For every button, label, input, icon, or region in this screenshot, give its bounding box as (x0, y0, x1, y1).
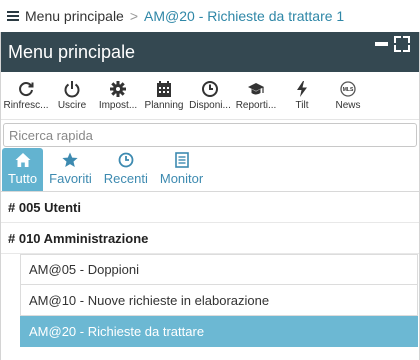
quick-search-input[interactable] (3, 123, 417, 147)
clock-icon (118, 152, 134, 168)
tab-monitor-label: Monitor (159, 171, 204, 186)
settings-label: Impost... (98, 100, 138, 111)
menu-item-am05[interactable]: AM@05 - Doppioni (20, 254, 418, 285)
star-icon (62, 152, 79, 167)
panel-header: Menu principale (1, 32, 419, 72)
tab-favoriti[interactable]: Favoriti (43, 148, 98, 191)
calendar-icon (157, 81, 171, 97)
gear-icon (110, 81, 126, 97)
tab-recenti-label: Recenti (103, 171, 148, 186)
breadcrumb-home[interactable]: Menu principale (25, 8, 124, 24)
reporting-label: Reporti... (235, 100, 277, 111)
amministrazione-items: AM@05 - Doppioni AM@10 - Nuove richieste… (20, 254, 418, 347)
list-icon (174, 152, 189, 168)
refresh-icon (19, 82, 34, 97)
clock-icon (202, 81, 218, 97)
availability-label: Disponi... (189, 100, 231, 111)
lightning-icon (297, 81, 307, 97)
power-icon (64, 81, 80, 98)
panel-title: Menu principale (8, 41, 136, 62)
planning-button[interactable]: Planning (141, 72, 187, 120)
news-icon: MLS (340, 81, 356, 97)
tab-favoriti-label: Favoriti (49, 171, 92, 186)
reporting-button[interactable]: Reporti... (233, 72, 279, 120)
refresh-label: Rinfresc... (3, 100, 49, 111)
tab-tutto[interactable]: Tutto (2, 148, 44, 191)
planning-label: Planning (144, 100, 184, 111)
toolbar: Rinfresc... Uscire Impost... Planning Di… (1, 72, 419, 120)
tilt-button[interactable]: Tilt (279, 72, 325, 120)
menu-tabs: Tutto Favoriti Recenti Monitor (1, 148, 419, 192)
exit-label: Uscire (57, 100, 87, 111)
tab-monitor[interactable]: Monitor (154, 148, 209, 191)
graduation-cap-icon (248, 83, 264, 95)
section-amministrazione[interactable]: # 010 Amministrazione (1, 223, 419, 254)
hamburger-menu-icon[interactable] (7, 11, 19, 21)
tab-tutto-label: Tutto (8, 171, 38, 186)
tilt-label: Tilt (295, 100, 309, 111)
menu-item-am10[interactable]: AM@10 - Nuove richieste in elaborazione (20, 285, 418, 316)
fullscreen-icon[interactable] (394, 36, 410, 52)
main-menu-panel: Menu principale Rinfresc... Uscire Impos… (0, 32, 420, 360)
section-utenti[interactable]: # 005 Utenti (1, 192, 419, 223)
breadcrumb-current[interactable]: AM@20 - Richieste da trattare 1 (144, 8, 344, 24)
menu-item-am20[interactable]: AM@20 - Richieste da trattare (20, 316, 418, 347)
svg-text:MLS: MLS (343, 87, 354, 93)
minimize-icon[interactable] (375, 42, 388, 46)
news-label: News (335, 100, 361, 111)
breadcrumb: Menu principale > AM@20 - Richieste da t… (0, 0, 420, 32)
tab-recenti[interactable]: Recenti (98, 148, 154, 191)
exit-button[interactable]: Uscire (49, 72, 95, 120)
breadcrumb-separator: > (129, 8, 139, 24)
news-button[interactable]: MLS News (325, 72, 371, 120)
home-icon (15, 153, 31, 167)
settings-button[interactable]: Impost... (95, 72, 141, 120)
availability-button[interactable]: Disponi... (187, 72, 233, 120)
refresh-button[interactable]: Rinfresc... (3, 72, 49, 120)
